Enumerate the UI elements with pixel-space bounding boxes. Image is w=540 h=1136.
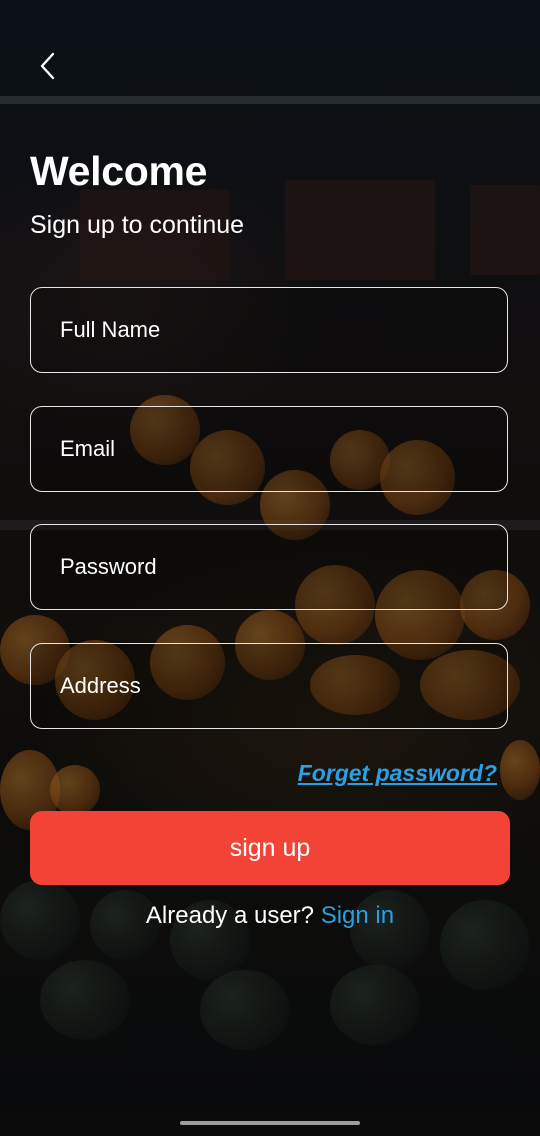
home-gesture-handle[interactable] bbox=[180, 1121, 360, 1125]
email-field[interactable] bbox=[31, 407, 507, 491]
chevron-left-icon bbox=[38, 51, 58, 86]
sign-in-link[interactable]: Sign in bbox=[321, 902, 394, 929]
page-subtitle: Sign up to continue bbox=[30, 211, 245, 239]
email-field-container bbox=[30, 406, 508, 492]
full-name-field-container bbox=[30, 287, 508, 373]
already-user-text: Already a user? bbox=[145, 902, 321, 929]
password-field-container bbox=[30, 524, 508, 610]
forgot-password-link[interactable]: Forget password? bbox=[298, 760, 497, 787]
password-field[interactable] bbox=[31, 525, 507, 609]
already-user-row: Already a user? Sign in bbox=[0, 902, 540, 930]
full-name-field[interactable] bbox=[31, 288, 507, 372]
page-title: Welcome bbox=[30, 148, 208, 194]
system-navigation-bar bbox=[0, 1112, 540, 1136]
address-field-container bbox=[30, 643, 508, 729]
sign-up-button[interactable]: sign up bbox=[30, 811, 510, 885]
address-field[interactable] bbox=[31, 644, 507, 728]
back-button[interactable] bbox=[30, 50, 66, 86]
